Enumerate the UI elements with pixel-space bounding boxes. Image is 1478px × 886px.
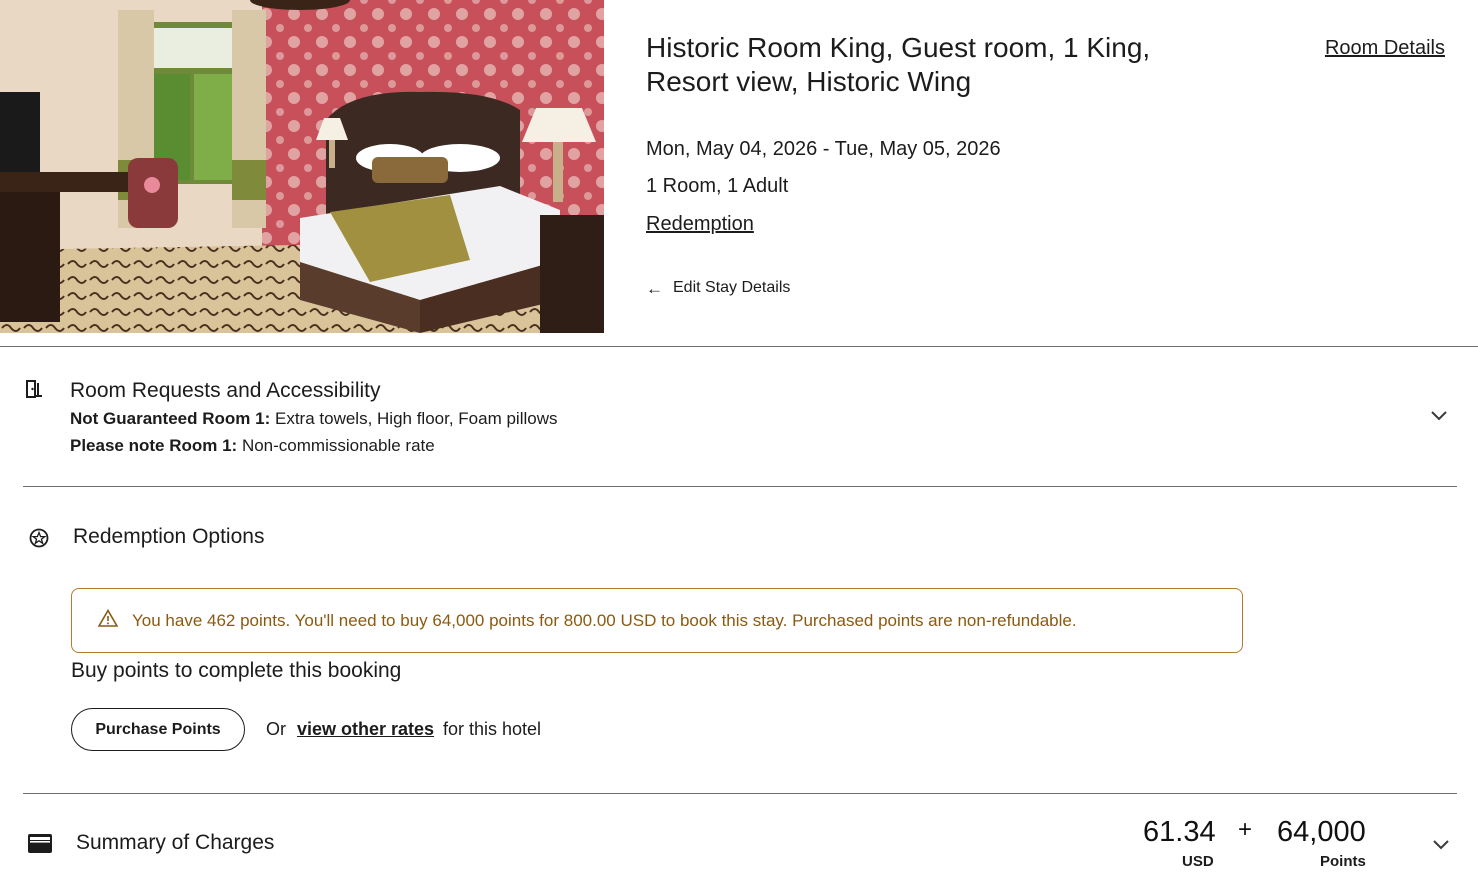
request-line-label: Not Guaranteed Room 1: xyxy=(70,409,271,428)
section-divider xyxy=(23,486,1457,487)
header-divider xyxy=(0,346,1478,347)
room-title: Historic Room King, Guest room, 1 King, … xyxy=(646,32,1151,97)
chevron-down-icon[interactable] xyxy=(1430,408,1448,426)
cash-currency: USD xyxy=(1182,853,1214,870)
cash-amount: 61.34 xyxy=(1143,816,1216,848)
rate-type-link[interactable]: Redemption xyxy=(646,213,754,236)
chevron-down-icon[interactable] xyxy=(1432,837,1450,855)
room-photo xyxy=(0,0,604,333)
summary-of-charges-title: Summary of Charges xyxy=(76,831,275,854)
points-amount: 64,000 xyxy=(1277,816,1366,848)
room-details-link[interactable]: Room Details xyxy=(1325,37,1445,60)
request-line-value: Non-commissionable rate xyxy=(241,436,435,455)
points-warning-text: You have 462 points. You'll need to buy … xyxy=(132,610,1077,630)
warning-triangle-icon xyxy=(97,608,119,632)
section-divider xyxy=(23,793,1457,794)
request-line-value: Extra towels, High floor, Foam pillows xyxy=(274,409,558,428)
plus-sign: + xyxy=(1238,816,1253,843)
edit-stay-details-button[interactable]: ← Edit Stay Details xyxy=(646,279,790,297)
stay-dates: Mon, May 04, 2026 - Tue, May 05, 2026 xyxy=(646,138,1001,160)
redemption-options-title: Redemption Options xyxy=(73,525,265,548)
view-other-rates-link[interactable]: view other rates xyxy=(297,719,434,740)
star-badge-icon xyxy=(29,528,49,553)
edit-stay-label: Edit Stay Details xyxy=(673,279,791,296)
door-icon xyxy=(25,380,43,403)
arrow-left-icon: ← xyxy=(646,278,663,298)
request-line: Not Guaranteed Room 1: Extra towels, Hig… xyxy=(70,409,557,429)
wallet-icon xyxy=(27,832,53,859)
for-this-hotel-text: for this hotel xyxy=(443,719,542,739)
purchase-points-button[interactable]: Purchase Points xyxy=(71,708,245,751)
room-requests-title: Room Requests and Accessibility xyxy=(70,379,381,402)
or-text: Or xyxy=(266,719,286,739)
points-unit: Points xyxy=(1320,853,1366,870)
request-line-label: Please note Room 1: xyxy=(70,436,238,455)
room-guest-count: 1 Room, 1 Adult xyxy=(646,175,789,197)
points-warning-alert: You have 462 points. You'll need to buy … xyxy=(71,588,1243,653)
buy-points-text: Buy points to complete this booking xyxy=(71,659,402,682)
request-line: Please note Room 1: Non-commissionable r… xyxy=(70,436,435,456)
